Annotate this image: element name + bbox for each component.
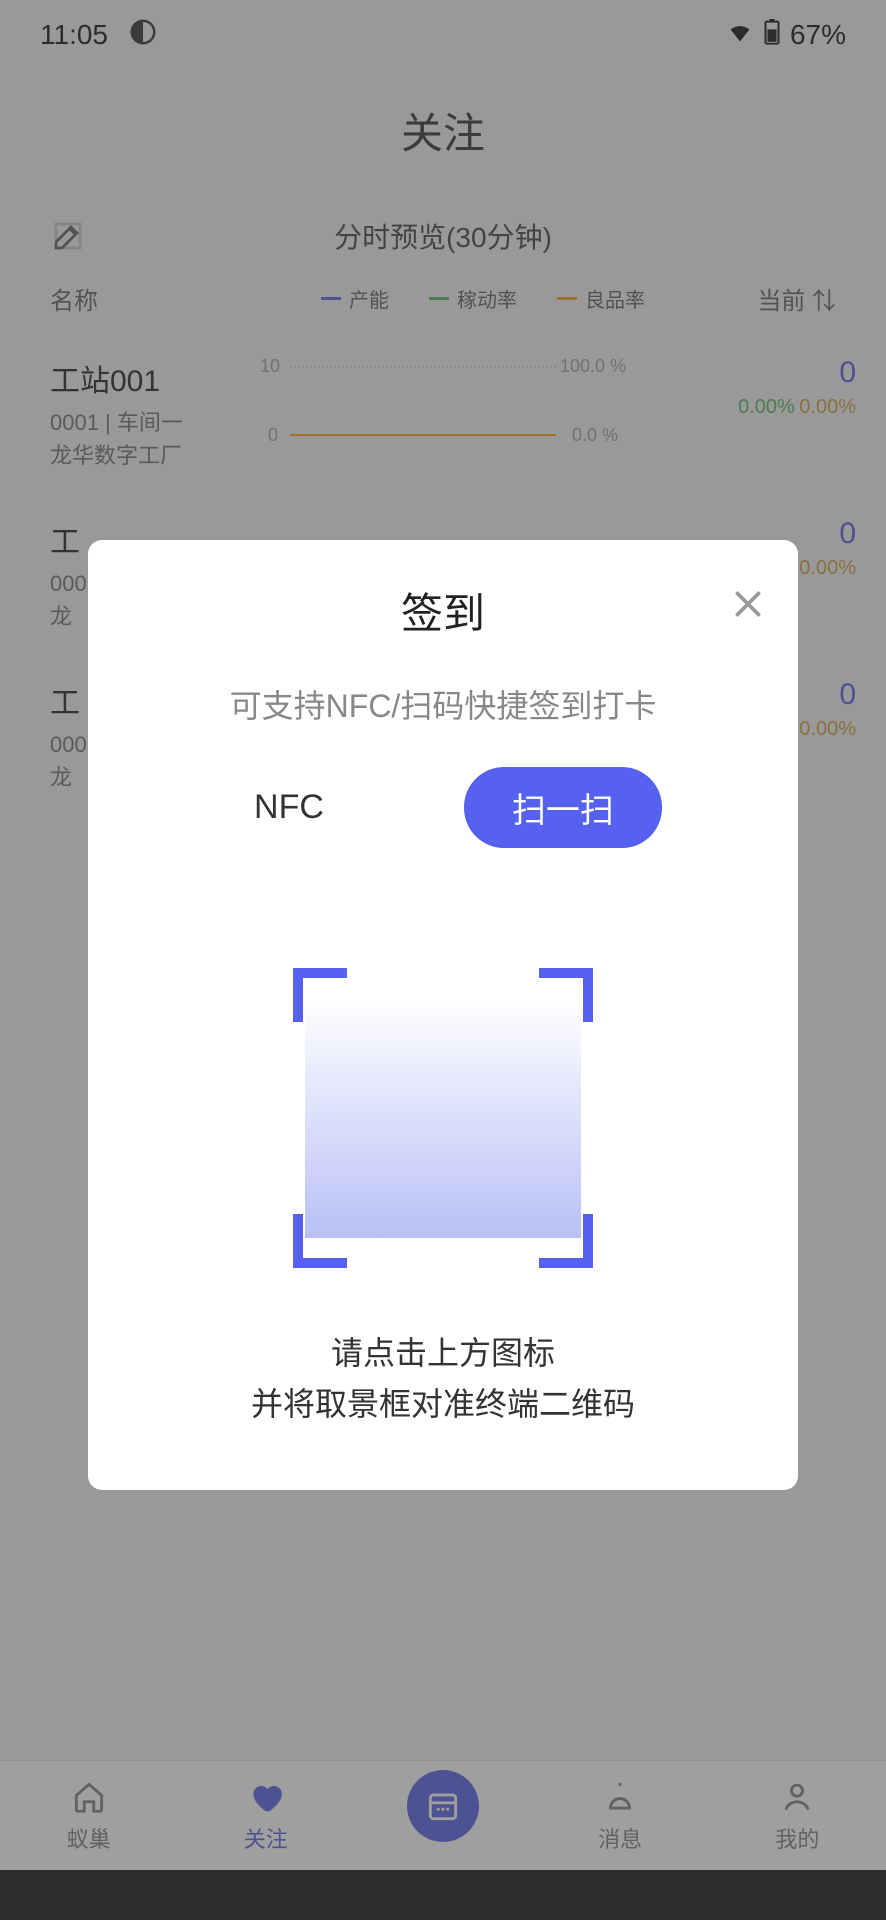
scan-icon[interactable] bbox=[293, 968, 593, 1268]
scan-hint: 请点击上方图标 并将取景框对准终端二维码 bbox=[118, 1328, 768, 1430]
tab-nfc[interactable]: NFC bbox=[224, 772, 354, 843]
checkin-modal: 签到 可支持NFC/扫码快捷签到打卡 NFC 扫一扫 请点击上方图标 并将取景框… bbox=[88, 540, 798, 1490]
tab-scan[interactable]: 扫一扫 bbox=[464, 767, 662, 848]
close-icon[interactable] bbox=[728, 584, 768, 624]
modal-title: 签到 bbox=[118, 580, 768, 641]
modal-overlay[interactable]: 签到 可支持NFC/扫码快捷签到打卡 NFC 扫一扫 请点击上方图标 并将取景框… bbox=[0, 0, 886, 1920]
modal-subtitle: 可支持NFC/扫码快捷签到打卡 bbox=[118, 681, 768, 727]
